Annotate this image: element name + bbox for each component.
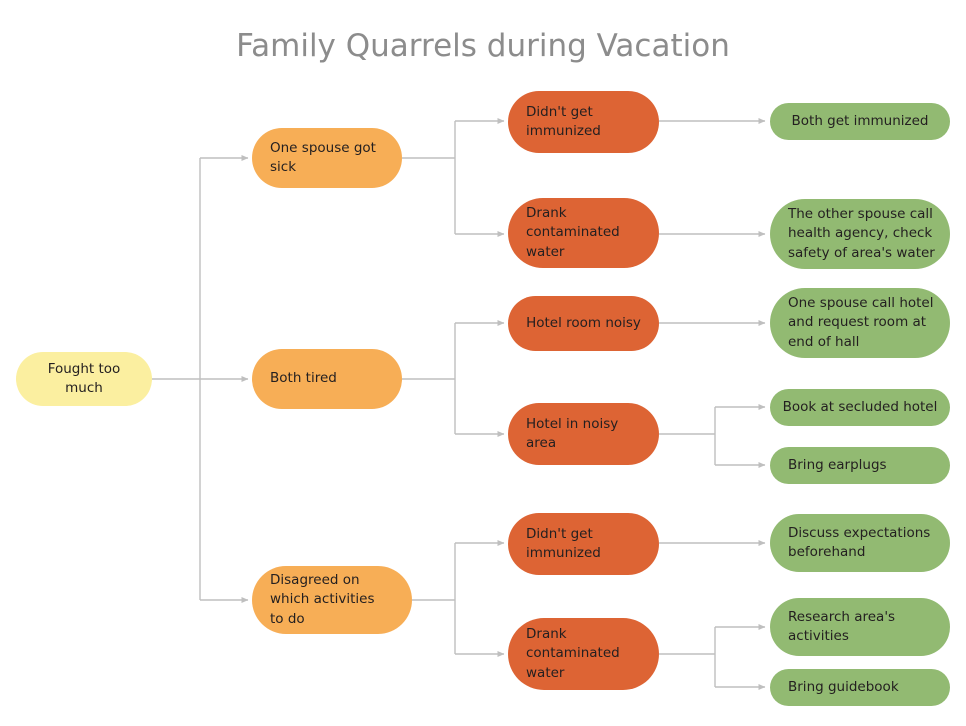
- page-title: Family Quarrels during Vacation: [236, 28, 730, 64]
- node-sub-2-1-label: Hotel room noisy: [526, 314, 641, 331]
- node-action-research-areas-activities[interactable]: Research area's activities: [770, 598, 950, 656]
- diagram-canvas: Family Quarrels during Vacation Fought t…: [0, 0, 966, 726]
- node-root[interactable]: Fought too much: [16, 352, 152, 406]
- node-action-book-secluded-hotel[interactable]: Book at secluded hotel: [770, 389, 950, 426]
- node-sub-2-2-label: Hotel in noisy area: [526, 415, 619, 451]
- node-sub-hotel-in-noisy-area[interactable]: Hotel in noisy area: [508, 403, 659, 465]
- node-cause-2-label: Both tired: [270, 370, 337, 387]
- node-action-2-1-1-label: One spouse call hotel and request room a…: [788, 295, 934, 350]
- node-root-label: Fought too much: [47, 360, 121, 396]
- node-sub-1-2-label: Drank contaminated water: [526, 205, 620, 260]
- node-action-both-get-immunized[interactable]: Both get immunized: [770, 103, 950, 140]
- node-sub-didnt-get-immunized-2[interactable]: Didn't get immunized: [508, 513, 659, 575]
- node-action-call-hotel-request-room[interactable]: One spouse call hotel and request room a…: [770, 288, 950, 358]
- node-sub-drank-contaminated-water-2[interactable]: Drank contaminated water: [508, 618, 659, 690]
- node-cause-disagreed-on-activities[interactable]: Disagreed on which activities to do: [252, 566, 412, 634]
- node-cause-one-spouse-got-sick[interactable]: One spouse got sick: [252, 128, 402, 188]
- node-sub-3-1-label: Didn't get immunized: [526, 525, 601, 561]
- node-action-2-2-2-label: Bring earplugs: [788, 456, 887, 473]
- node-cause-3-label: Disagreed on which activities to do: [270, 572, 375, 627]
- node-action-1-1-1-label: Both get immunized: [791, 112, 929, 129]
- node-action-3-2-2-label: Bring guidebook: [788, 678, 899, 695]
- node-action-1-2-1-label: The other spouse call health agency, che…: [788, 206, 935, 261]
- node-action-bring-earplugs[interactable]: Bring earplugs: [770, 447, 950, 484]
- node-action-2-2-1-label: Book at secluded hotel: [782, 398, 938, 415]
- node-sub-hotel-room-noisy[interactable]: Hotel room noisy: [508, 296, 659, 351]
- node-action-discuss-expectations[interactable]: Discuss expectations beforehand: [770, 514, 950, 572]
- node-action-3-1-1-label: Discuss expectations beforehand: [788, 524, 931, 560]
- node-cause-both-tired[interactable]: Both tired: [252, 349, 402, 409]
- node-action-3-2-1-label: Research area's activities: [788, 608, 896, 644]
- node-action-call-health-agency[interactable]: The other spouse call health agency, che…: [770, 199, 950, 269]
- node-sub-didnt-get-immunized-1[interactable]: Didn't get immunized: [508, 91, 659, 153]
- node-sub-3-2-label: Drank contaminated water: [526, 626, 620, 681]
- node-cause-1-label: One spouse got sick: [270, 139, 376, 175]
- node-sub-drank-contaminated-water-1[interactable]: Drank contaminated water: [508, 198, 659, 268]
- node-action-bring-guidebook[interactable]: Bring guidebook: [770, 669, 950, 706]
- node-sub-1-1-label: Didn't get immunized: [526, 103, 601, 139]
